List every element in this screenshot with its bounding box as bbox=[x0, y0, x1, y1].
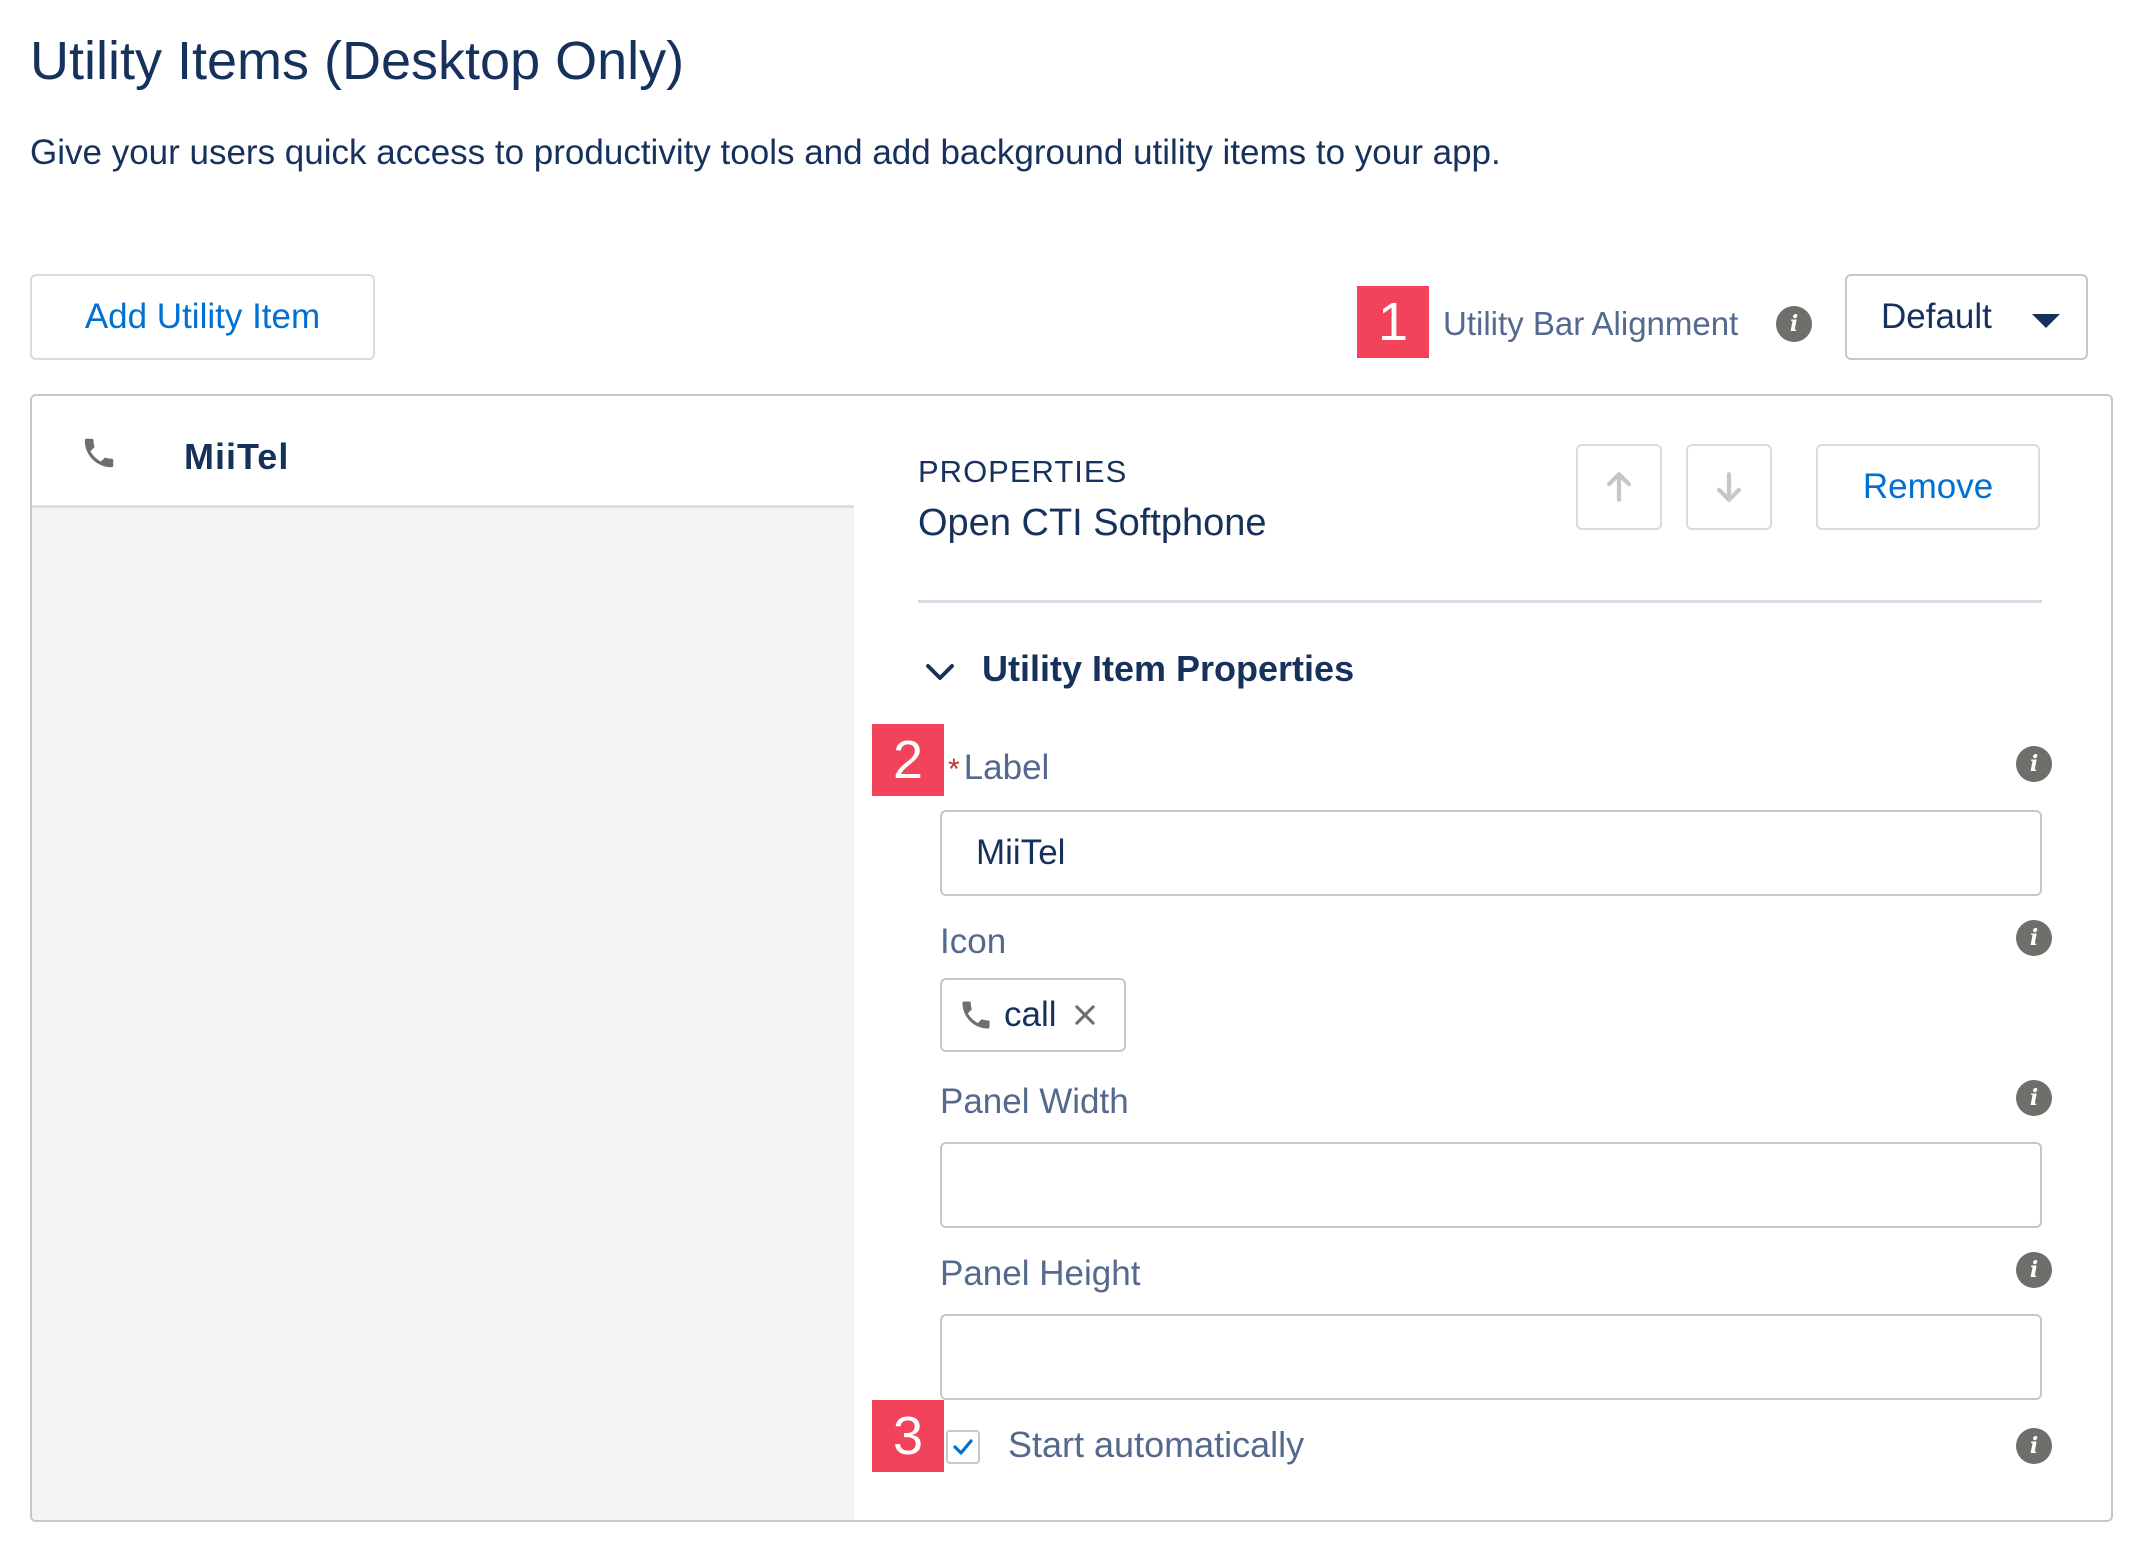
alignment-selected-value: Default bbox=[1881, 297, 1992, 336]
label-field-label: * Label bbox=[948, 748, 1050, 787]
utility-bar-alignment-label: Utility Bar Alignment bbox=[1443, 305, 1739, 342]
utility-bar-alignment-select[interactable]: Default bbox=[1845, 274, 2088, 360]
label-input[interactable] bbox=[940, 810, 2042, 896]
utility-item-label: MiiTel bbox=[184, 436, 290, 477]
add-utility-item-button[interactable]: Add Utility Item bbox=[30, 274, 375, 360]
phone-icon bbox=[84, 438, 114, 468]
annotation-marker-2: 2 bbox=[872, 724, 944, 796]
panel-height-input[interactable] bbox=[940, 1314, 2042, 1400]
move-down-button[interactable] bbox=[1686, 444, 1772, 530]
remove-button[interactable]: Remove bbox=[1816, 444, 2040, 530]
utility-item-properties-section-title[interactable]: Utility Item Properties bbox=[982, 648, 1354, 690]
properties-heading: PROPERTIES bbox=[918, 454, 1128, 489]
icon-field-label: Icon bbox=[940, 922, 1007, 961]
chevron-down-icon bbox=[2032, 314, 2060, 328]
label-info-icon[interactable]: i bbox=[2016, 746, 2052, 782]
panel-height-info-icon[interactable]: i bbox=[2016, 1252, 2052, 1288]
annotation-marker-3: 3 bbox=[872, 1400, 944, 1472]
panel-width-info-icon[interactable]: i bbox=[2016, 1080, 2052, 1116]
arrow-up-icon bbox=[1606, 472, 1632, 502]
page-description: Give your users quick access to producti… bbox=[30, 133, 1501, 172]
utility-item-list: MiiTel bbox=[32, 396, 854, 1520]
alignment-info-icon[interactable]: i bbox=[1776, 306, 1812, 342]
utility-items-panel: MiiTel PROPERTIES Open CTI Softphone Rem… bbox=[30, 394, 2113, 1522]
icon-pill-label: call bbox=[1004, 995, 1057, 1034]
icon-pill[interactable]: call bbox=[940, 978, 1126, 1052]
start-automatically-label[interactable]: Start automatically bbox=[1008, 1424, 1304, 1466]
move-up-button[interactable] bbox=[1576, 444, 1662, 530]
panel-width-label: Panel Width bbox=[940, 1082, 1129, 1121]
page-title: Utility Items (Desktop Only) bbox=[30, 31, 685, 91]
chevron-down-icon[interactable] bbox=[922, 654, 958, 690]
arrow-down-icon bbox=[1716, 472, 1742, 502]
icon-info-icon[interactable]: i bbox=[2016, 920, 2052, 956]
start-automatically-checkbox[interactable] bbox=[946, 1430, 980, 1464]
utility-item-miitel[interactable]: MiiTel bbox=[32, 396, 854, 508]
required-marker: * bbox=[948, 753, 960, 786]
properties-divider bbox=[918, 600, 2042, 603]
close-icon[interactable] bbox=[1071, 1001, 1099, 1029]
annotation-marker-1: 1 bbox=[1357, 286, 1429, 358]
panel-height-label: Panel Height bbox=[940, 1254, 1141, 1293]
properties-type: Open CTI Softphone bbox=[918, 502, 1267, 544]
phone-icon bbox=[962, 1001, 990, 1029]
checkmark-icon bbox=[953, 1439, 973, 1455]
panel-width-input[interactable] bbox=[940, 1142, 2042, 1228]
start-automatically-info-icon[interactable]: i bbox=[2016, 1428, 2052, 1464]
